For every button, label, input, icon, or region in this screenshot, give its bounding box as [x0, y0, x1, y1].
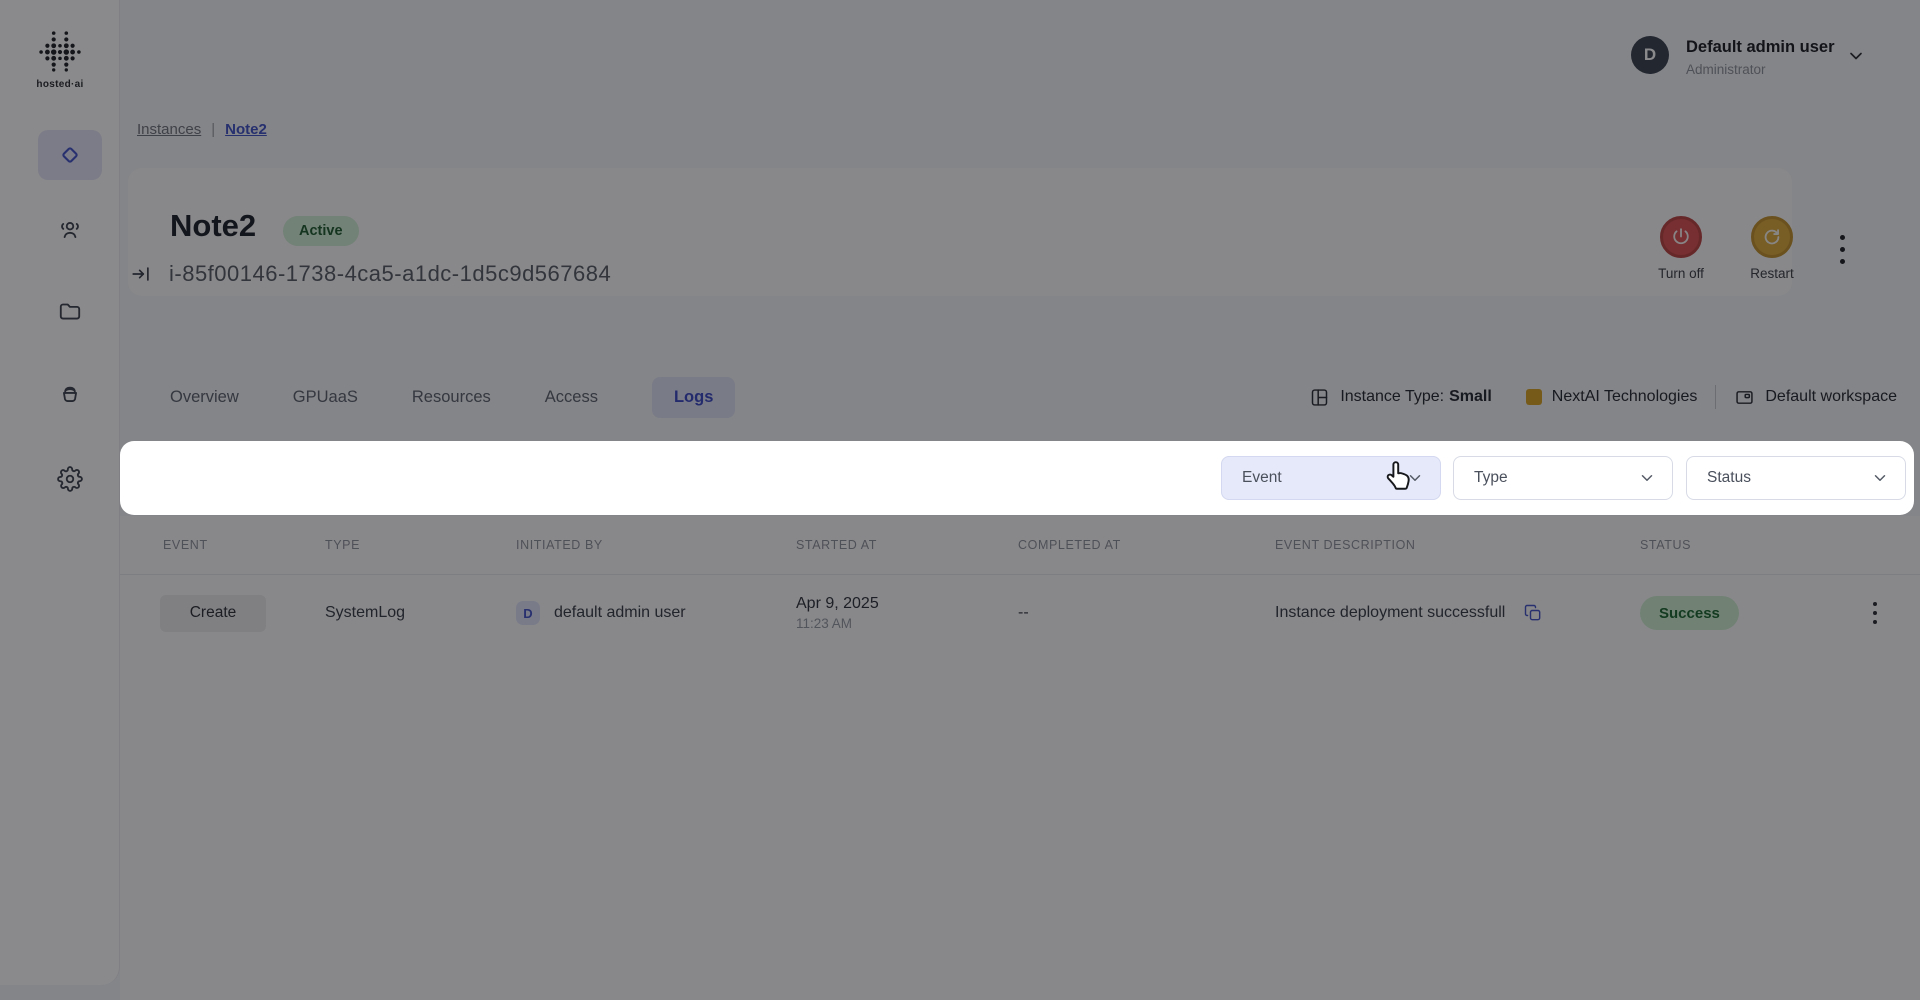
- chevron-down-icon: [1409, 475, 1421, 481]
- table-row: Create SystemLog D default admin user Ap…: [120, 575, 1920, 651]
- logs-filter-bar: Event Type Status: [120, 441, 1914, 515]
- logo-text: hosted·ai: [36, 79, 84, 90]
- org-color-swatch: [1525, 389, 1542, 405]
- power-icon: [1673, 228, 1689, 245]
- type-filter-label: Type: [1474, 469, 1508, 486]
- organization-meta: NextAI Technologies: [1525, 388, 1698, 406]
- breadcrumb-current[interactable]: Note2: [225, 121, 267, 138]
- restart-icon: [1764, 229, 1780, 245]
- event-description: Instance deployment successfull: [1275, 604, 1506, 621]
- sidebar-item-storage[interactable]: [38, 369, 102, 419]
- copy-icon[interactable]: [1523, 603, 1543, 623]
- tab-resources[interactable]: Resources: [412, 388, 491, 407]
- user-role: Administrator: [1686, 62, 1766, 77]
- logs-table: EVENT TYPE INITIATED BY STARTED AT COMPL…: [120, 516, 1920, 1000]
- event-filter-dropdown[interactable]: Event: [1221, 456, 1441, 500]
- col-status: STATUS: [1640, 538, 1692, 552]
- initiator-avatar: D: [516, 601, 540, 625]
- sidebar-item-users[interactable]: [38, 205, 102, 255]
- tab-overview[interactable]: Overview: [170, 388, 239, 407]
- type-filter-dropdown[interactable]: Type: [1453, 456, 1673, 500]
- hostedai-dots-logo-icon: [39, 31, 81, 72]
- meta-bar: Instance Type: Small NextAI Technologies…: [1309, 373, 1897, 421]
- col-completed-at: COMPLETED AT: [1018, 538, 1121, 552]
- instance-id: i-85f00146-1738-4ca5-a1dc-1d5c9d567684: [169, 261, 612, 286]
- user-menu[interactable]: D Default admin user Administrator: [1620, 24, 1890, 86]
- tab-logs[interactable]: Logs: [651, 376, 736, 418]
- layout-icon: [1312, 388, 1328, 406]
- col-started-at: STARTED AT: [796, 538, 878, 552]
- instance-type-label: Instance Type:: [1340, 388, 1445, 405]
- col-initiated-by: INITIATED BY: [516, 538, 603, 552]
- gear-icon: [57, 466, 83, 492]
- instance-kebab-menu-icon[interactable]: [1840, 235, 1845, 264]
- description-cell: Instance deployment successfull: [1275, 603, 1640, 623]
- chevron-down-icon: [1641, 475, 1653, 481]
- event-cell: Create: [160, 594, 266, 632]
- sidebar: hosted·ai: [0, 0, 120, 985]
- breadcrumb-instances-link[interactable]: Instances: [137, 121, 201, 138]
- workspace-meta: Default workspace: [1734, 387, 1897, 408]
- turn-off-button[interactable]: Turn off: [1641, 216, 1721, 281]
- workspace-name: Default workspace: [1765, 388, 1897, 405]
- app-logo: hosted·ai: [0, 30, 120, 90]
- row-kebab-menu-icon[interactable]: [1830, 602, 1920, 624]
- user-avatar[interactable]: D: [1631, 36, 1669, 74]
- bucket-icon: [63, 386, 77, 402]
- tab-gpuaas[interactable]: GPUaaS: [293, 388, 358, 407]
- event-filter-label: Event: [1242, 469, 1282, 486]
- folder-icon: [59, 303, 81, 320]
- type-cell: SystemLog: [325, 604, 406, 621]
- status-filter-label: Status: [1707, 469, 1751, 486]
- sidebar-item-folders[interactable]: [38, 286, 102, 336]
- tab-bar: Overview GPUaaS Resources Access Logs: [170, 373, 736, 421]
- col-type: TYPE: [325, 538, 361, 552]
- tab-access[interactable]: Access: [545, 388, 598, 407]
- initiated-by-cell: D default admin user: [516, 601, 796, 625]
- turn-off-label: Turn off: [1658, 266, 1704, 281]
- status-success-badge: Success: [1640, 596, 1739, 630]
- breadcrumb: Instances | Note2: [137, 121, 267, 138]
- instance-type-meta: Instance Type: Small: [1309, 387, 1492, 408]
- diamond-icon: [62, 147, 78, 163]
- page-title: Note2: [170, 208, 257, 243]
- users-icon: [61, 222, 79, 238]
- restart-label: Restart: [1750, 266, 1794, 281]
- instance-type-value: Small: [1449, 388, 1492, 405]
- completed-at-cell: --: [1018, 604, 1029, 621]
- login-arrow-icon: [132, 267, 149, 281]
- workspace-icon: [1736, 390, 1754, 404]
- col-event: EVENT: [163, 538, 208, 552]
- user-name: Default admin user: [1686, 38, 1835, 56]
- restart-button[interactable]: Restart: [1732, 216, 1812, 281]
- status-filter-dropdown[interactable]: Status: [1686, 456, 1906, 500]
- started-at-cell: Apr 9, 2025 11:23 AM: [796, 595, 1018, 631]
- org-name: NextAI Technologies: [1551, 388, 1698, 405]
- chevron-down-icon[interactable]: [1846, 46, 1866, 66]
- sidebar-item-instances[interactable]: [38, 130, 102, 180]
- sidebar-item-settings[interactable]: [38, 454, 102, 504]
- started-time: 11:23 AM: [796, 616, 853, 631]
- chevron-down-icon: [1874, 475, 1886, 481]
- initiator-name: default admin user: [554, 604, 686, 621]
- logs-table-header: EVENT TYPE INITIATED BY STARTED AT COMPL…: [120, 516, 1920, 575]
- meta-divider: [1715, 385, 1717, 409]
- status-badge: Active: [283, 216, 359, 246]
- breadcrumb-separator: |: [211, 121, 216, 138]
- started-date: Apr 9, 2025: [796, 595, 879, 612]
- col-event-description: EVENT DESCRIPTION: [1275, 538, 1416, 552]
- app-screen: hosted·ai D Default admin user Administr…: [0, 0, 1920, 1000]
